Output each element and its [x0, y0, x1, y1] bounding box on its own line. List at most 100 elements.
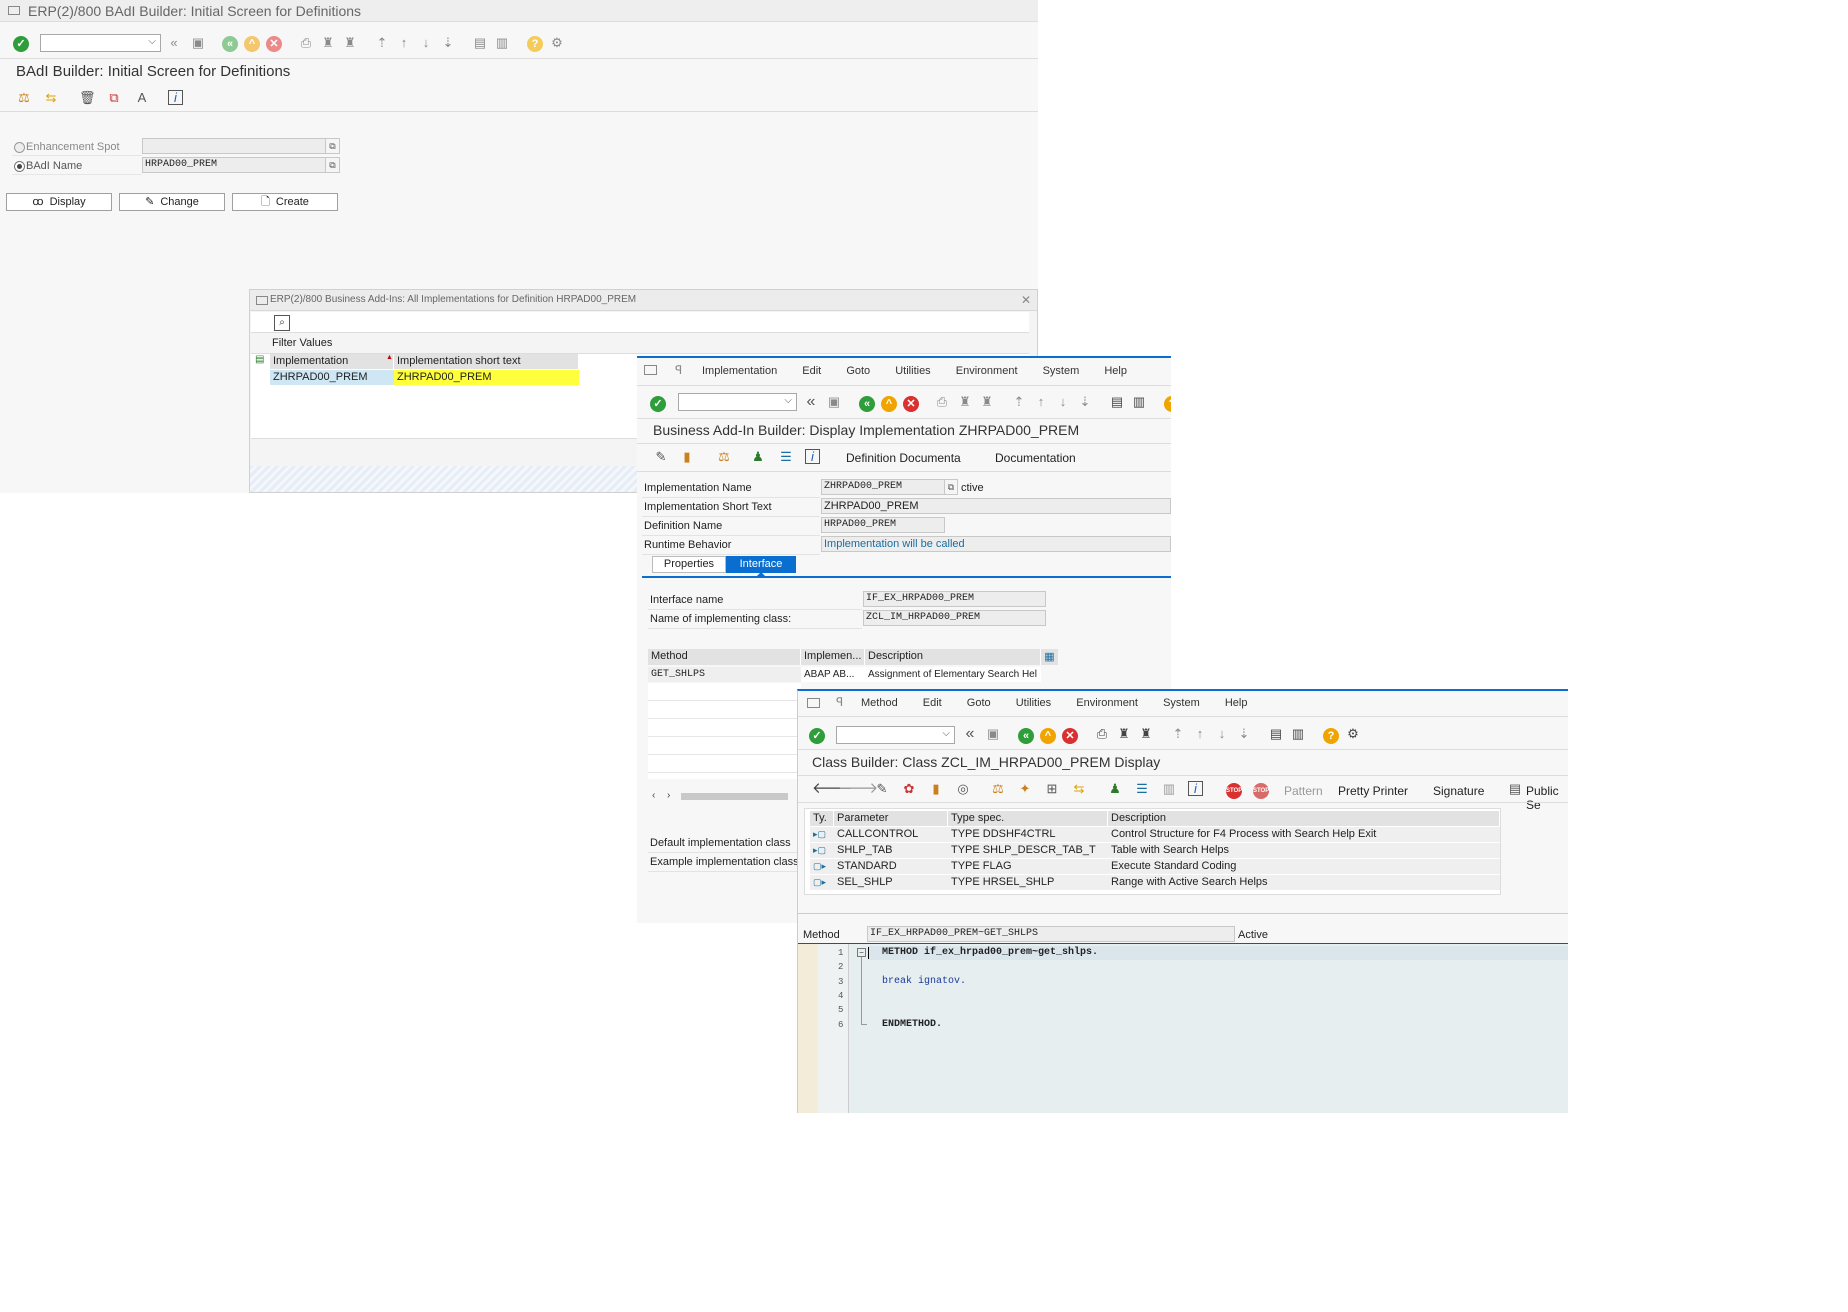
find-next-icon[interactable]: ♜ [979, 394, 995, 410]
menu-help[interactable]: Help [1104, 365, 1127, 377]
window-menu-icon[interactable] [807, 698, 820, 708]
collapse-icon[interactable]: − [857, 948, 866, 957]
check-icon[interactable]: ✿ [901, 781, 917, 797]
where-used-icon[interactable]: ⚖ [16, 90, 32, 106]
table-row[interactable]: ZHRPAD00_PREM [270, 370, 394, 385]
menu-method[interactable]: Method [861, 697, 898, 709]
prev-page-icon[interactable]: ↑ [1033, 394, 1049, 410]
find-icon[interactable]: ♜ [320, 35, 336, 51]
where-used-icon[interactable]: ⚖ [716, 449, 732, 465]
cancel-icon[interactable]: ✕ [1062, 728, 1078, 744]
definition-name-field[interactable]: HRPAD00_PREM [821, 517, 945, 533]
display-change-icon[interactable]: ✎ [653, 449, 669, 465]
scroll-left-icon[interactable]: ‹ [652, 790, 655, 801]
description-cell[interactable]: Range with Active Search Helps [1108, 875, 1500, 890]
tab-interface[interactable]: Interface [726, 556, 796, 573]
fullscreen-icon[interactable]: ▥ [1161, 781, 1177, 797]
code-line-endmethod[interactable]: ENDMETHOD. [882, 1019, 942, 1030]
last-page-icon[interactable]: ⇣ [1236, 726, 1252, 742]
menu-goto[interactable]: Goto [967, 697, 991, 709]
external-breakpoint-icon[interactable]: STOP [1253, 783, 1269, 799]
menu-utilities[interactable]: Utilities [895, 365, 930, 377]
column-header-implementation[interactable]: Implementation [270, 354, 394, 369]
first-page-icon[interactable]: ⇡ [1011, 394, 1027, 410]
code-line-break[interactable]: break ignatov. [882, 976, 966, 987]
back-icon[interactable]: « [222, 36, 238, 52]
next-page-icon[interactable]: ↓ [418, 35, 434, 51]
shortcut-icon[interactable]: ▥ [1290, 726, 1306, 742]
save-icon[interactable]: ▣ [826, 394, 842, 410]
chevron-down-icon[interactable]: ⌵ [942, 728, 950, 739]
back-arrow-icon[interactable]: 🡐 [812, 781, 852, 797]
navigation-window-icon[interactable]: ☰ [778, 449, 794, 465]
help-icon[interactable]: ? [1164, 396, 1171, 412]
cancel-icon[interactable]: ✕ [903, 396, 919, 412]
parameter-cell[interactable]: CALLCONTROL [834, 827, 948, 842]
menu-help[interactable]: Help [1225, 697, 1248, 709]
display-change-icon[interactable]: ✎ [874, 781, 890, 797]
activate-icon[interactable]: ▮ [928, 781, 944, 797]
public-section-icon[interactable]: ▤ [1507, 781, 1523, 797]
last-page-icon[interactable]: ⇣ [440, 35, 456, 51]
command-field[interactable]: ⌵ [678, 393, 797, 411]
pretty-printer-button[interactable]: Pretty Printer [1338, 784, 1408, 798]
new-session-icon[interactable]: ▤ [1268, 726, 1284, 742]
object-list-icon[interactable]: ♟ [1107, 781, 1123, 797]
info-icon[interactable]: i [805, 449, 820, 464]
detail-icon[interactable]: ⌕ [274, 315, 290, 331]
forward-arrow-icon[interactable]: 🡒 [838, 781, 878, 797]
settings-gear-icon[interactable]: ⚙ [1345, 726, 1361, 742]
settings-gear-icon[interactable]: ⚙ [549, 35, 565, 51]
transport-icon[interactable]: ⊞ [1044, 781, 1060, 797]
prev-page-icon[interactable]: ↑ [1192, 726, 1208, 742]
column-header-type[interactable]: Ty. [810, 811, 834, 826]
window-menu-icon[interactable] [8, 6, 20, 15]
public-section-button[interactable]: Public Se [1526, 784, 1568, 812]
signature-button[interactable]: Signature [1433, 784, 1484, 798]
implementation-type-cell[interactable]: ABAP AB... [801, 667, 865, 682]
delete-icon[interactable]: 🗑 [79, 90, 96, 106]
description-cell[interactable]: Table with Search Helps [1108, 843, 1500, 858]
new-session-icon[interactable]: ▤ [472, 35, 488, 51]
next-page-icon[interactable]: ↓ [1214, 726, 1230, 742]
enhancement-spot-radio[interactable] [14, 142, 25, 153]
command-field[interactable]: ⌵ [40, 34, 161, 52]
tab-properties[interactable]: Properties [652, 556, 726, 573]
find-icon[interactable]: ♜ [957, 394, 973, 410]
description-cell[interactable]: Control Structure for F4 Process with Se… [1108, 827, 1500, 842]
copy-icon[interactable]: ⧉ [106, 90, 122, 106]
badi-name-radio[interactable] [14, 161, 25, 172]
column-header-short-text[interactable]: Implementation short text [394, 354, 579, 369]
save-icon[interactable]: ▣ [190, 35, 206, 51]
object-list-icon[interactable]: ♟ [750, 449, 766, 465]
first-page-icon[interactable]: ⇡ [1170, 726, 1186, 742]
print-icon[interactable]: ⎙ [1094, 726, 1110, 742]
chevron-down-icon[interactable]: ⌵ [148, 36, 156, 47]
find-next-icon[interactable]: ♜ [342, 35, 358, 51]
menu-goto[interactable]: Goto [846, 365, 870, 377]
value-help-icon[interactable]: ⧉ [944, 479, 958, 495]
code-line-method[interactable]: METHOD if_ex_hrpad00_prem~get_shlps. [882, 947, 1098, 958]
back-double-icon[interactable]: « [166, 35, 182, 51]
back-double-icon[interactable]: « [962, 726, 978, 742]
exit-icon[interactable]: ^ [1040, 728, 1056, 744]
parameter-cell[interactable]: SEL_SHLP [834, 875, 948, 890]
enhancement-spot-field[interactable] [142, 138, 326, 154]
short-text-field[interactable]: ZHRPAD00_PREM [821, 498, 1171, 514]
documentation-button[interactable]: Documentation [995, 451, 1076, 465]
enter-icon[interactable]: ✓ [650, 396, 666, 412]
implementation-name-field[interactable]: ZHRPAD00_PREM [821, 479, 945, 495]
menu-environment[interactable]: Environment [1076, 697, 1138, 709]
column-header-description[interactable]: Description [865, 649, 1041, 665]
window-menu-icon[interactable] [644, 365, 657, 375]
horizontal-scrollbar[interactable] [681, 793, 788, 800]
type-spec-cell[interactable]: TYPE HRSEL_SHLP [948, 875, 1108, 890]
new-session-icon[interactable]: ▤ [1109, 394, 1125, 410]
rename-icon[interactable]: A [134, 90, 150, 106]
menu-utilities[interactable]: Utilities [1016, 697, 1051, 709]
menu-system[interactable]: System [1043, 365, 1080, 377]
where-used-icon[interactable]: ⚖ [990, 781, 1006, 797]
change-button[interactable]: ✎ Change [119, 193, 225, 211]
display-button[interactable]: ꝏ Display [6, 193, 112, 211]
menu-system[interactable]: System [1163, 697, 1200, 709]
